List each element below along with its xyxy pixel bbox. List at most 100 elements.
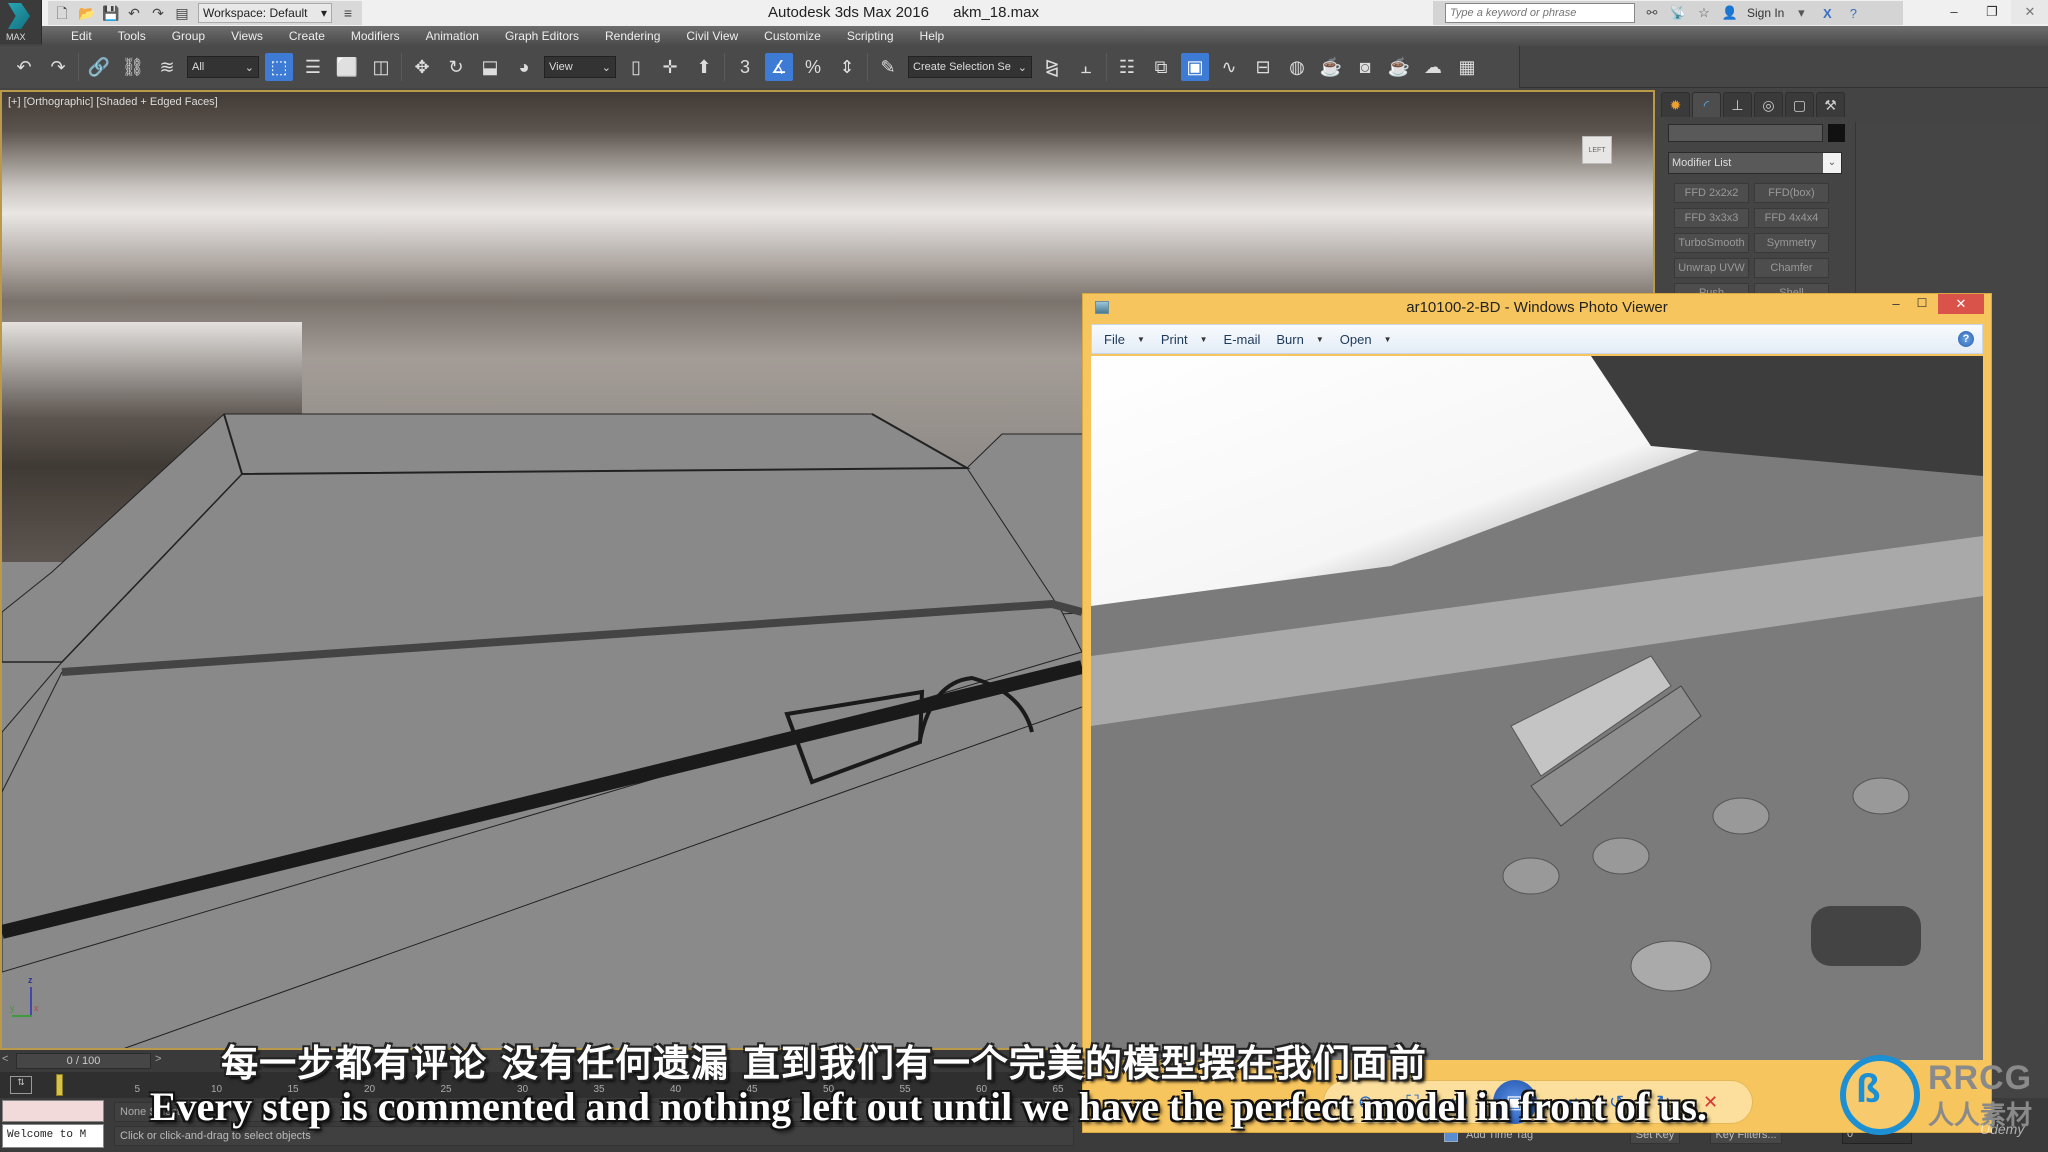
minimize-button[interactable]: – [1935, 0, 1973, 24]
move-icon[interactable]: ✥ [408, 53, 436, 81]
unlink-icon[interactable]: ⛓ [119, 53, 147, 81]
email-button[interactable]: E-mail [1224, 332, 1269, 347]
object-color-swatch[interactable] [1828, 124, 1845, 142]
project-folder-icon[interactable]: ▤ [174, 5, 190, 21]
snaps-toggle-icon[interactable]: 3 [731, 53, 759, 81]
maximize-button[interactable]: ☐ [1909, 296, 1935, 316]
menu-graph-editors[interactable]: Graph Editors [492, 29, 592, 43]
utilities-tab[interactable]: ⚒ [1816, 92, 1845, 117]
angle-snap-icon[interactable]: ∡ [765, 53, 793, 81]
star-icon[interactable]: ☆ [1695, 5, 1713, 21]
customize-qat-icon[interactable]: ≡ [340, 5, 356, 21]
new-file-icon[interactable]: 🗋 [54, 5, 70, 21]
toggle-ribbon-icon[interactable]: ▣ [1181, 53, 1209, 81]
menu-animation[interactable]: Animation [413, 29, 492, 43]
selection-filter-dropdown[interactable]: All ⌄ [187, 56, 259, 78]
modifier-button[interactable]: FFD 2x2x2 [1674, 183, 1749, 203]
link-icon[interactable]: 🔗 [85, 53, 113, 81]
sign-in-button[interactable]: Sign In [1747, 6, 1784, 20]
viewport-label[interactable]: [+] [Orthographic] [Shaded + Edged Faces… [8, 96, 218, 108]
modifier-button[interactable]: TurboSmooth [1674, 233, 1749, 253]
select-by-name-icon[interactable]: ☰ [299, 53, 327, 81]
create-tab[interactable]: ✹ [1661, 92, 1690, 117]
open-file-icon[interactable]: 📂 [78, 5, 95, 21]
modify-tab[interactable]: ◜ [1692, 92, 1721, 117]
save-icon[interactable]: 💾 [102, 5, 119, 21]
rectangular-selection-icon[interactable]: ⬜ [333, 53, 361, 81]
exchange-icon[interactable]: X [1818, 6, 1836, 21]
reference-photo-akm-receiver[interactable] [1091, 356, 1983, 1060]
layer-explorer-icon[interactable]: ⧉ [1147, 53, 1175, 81]
restore-button[interactable]: ❐ [1973, 0, 2011, 24]
help-icon[interactable]: ? [1958, 331, 1974, 347]
menu-help[interactable]: Help [907, 29, 958, 43]
spinner-snap-icon[interactable]: ⇕ [833, 53, 861, 81]
render-in-cloud-icon[interactable]: ☁ [1419, 53, 1447, 81]
render-production-icon[interactable]: ☕ [1385, 53, 1413, 81]
photo-viewer-titlebar[interactable]: ar10100-2-BD - Windows Photo Viewer – ☐ … [1083, 294, 1991, 322]
modifier-button[interactable]: FFD(box) [1754, 183, 1829, 203]
display-tab[interactable]: ▢ [1785, 92, 1814, 117]
close-button[interactable]: ✕ [2011, 0, 2048, 24]
window-crossing-icon[interactable]: ◫ [367, 53, 395, 81]
percent-snap-icon[interactable]: % [799, 53, 827, 81]
rendered-frame-window-icon[interactable]: ◙ [1351, 53, 1379, 81]
menu-customize[interactable]: Customize [751, 29, 834, 43]
menu-civil-view[interactable]: Civil View [673, 29, 751, 43]
menu-group[interactable]: Group [159, 29, 218, 43]
select-object-icon[interactable]: ⬚ [265, 53, 293, 81]
minimize-button[interactable]: – [1883, 296, 1909, 316]
redo-icon[interactable]: ↷ [150, 5, 166, 21]
select-manipulate-icon[interactable]: ✛ [656, 53, 684, 81]
scene-explorer-icon[interactable]: ☷ [1113, 53, 1141, 81]
bind-space-warp-icon[interactable]: ≋ [153, 53, 181, 81]
object-name-field[interactable] [1668, 124, 1823, 142]
menu-scripting[interactable]: Scripting [834, 29, 907, 43]
print-menu[interactable]: Print ▼ [1161, 332, 1216, 347]
modifier-button[interactable]: Chamfer [1754, 258, 1829, 278]
undo-icon[interactable]: ↶ [126, 5, 142, 21]
menu-views[interactable]: Views [218, 29, 276, 43]
redo-icon[interactable]: ↷ [44, 53, 72, 81]
undo-icon[interactable]: ↶ [10, 53, 38, 81]
workspace-dropdown[interactable]: Workspace: Default ▾ [198, 3, 332, 23]
application-button[interactable]: MAX [0, 0, 42, 44]
menu-edit[interactable]: Edit [58, 29, 105, 43]
close-button[interactable]: ✕ [1938, 294, 1984, 314]
place-icon[interactable]: ◕ [510, 53, 538, 81]
file-menu[interactable]: File ▼ [1104, 332, 1153, 347]
modifier-button[interactable]: FFD 4x4x4 [1754, 208, 1829, 228]
search-input[interactable] [1445, 3, 1635, 23]
menu-rendering[interactable]: Rendering [592, 29, 673, 43]
rotate-icon[interactable]: ↻ [442, 53, 470, 81]
schematic-view-icon[interactable]: ⊟ [1249, 53, 1277, 81]
viewcube[interactable]: LEFT [1582, 136, 1612, 164]
menu-create[interactable]: Create [276, 29, 338, 43]
photo-viewer-window[interactable]: ar10100-2-BD - Windows Photo Viewer – ☐ … [1082, 293, 1992, 1133]
keyboard-shortcut-override-icon[interactable]: ⬆ [690, 53, 718, 81]
help-icon[interactable]: ? [1844, 6, 1862, 21]
curve-editor-icon[interactable]: ∿ [1215, 53, 1243, 81]
pivot-center-icon[interactable]: ▯ [622, 53, 650, 81]
open-menu[interactable]: Open ▼ [1340, 332, 1400, 347]
material-editor-icon[interactable]: ◍ [1283, 53, 1311, 81]
menu-tools[interactable]: Tools [105, 29, 159, 43]
menu-modifiers[interactable]: Modifiers [338, 29, 413, 43]
a360-gallery-icon[interactable]: ▦ [1453, 53, 1481, 81]
modifier-list-dropdown[interactable]: Modifier List ⌄ [1668, 152, 1842, 174]
scale-icon[interactable]: ⬓ [476, 53, 504, 81]
subscription-icon[interactable]: 📡 [1669, 5, 1687, 21]
burn-menu[interactable]: Burn ▼ [1276, 332, 1331, 347]
chevron-down-icon[interactable]: ▾ [1792, 5, 1810, 21]
mirror-icon[interactable]: ⧎ [1038, 53, 1066, 81]
modifier-button[interactable]: Unwrap UVW [1674, 258, 1749, 278]
modifier-button[interactable]: FFD 3x3x3 [1674, 208, 1749, 228]
render-setup-icon[interactable]: ☕ [1317, 53, 1345, 81]
motion-tab[interactable]: ◎ [1754, 92, 1783, 117]
binoculars-icon[interactable]: ⚯ [1643, 5, 1661, 21]
named-selection-dropdown[interactable]: Create Selection Se ⌄ [908, 56, 1032, 78]
hierarchy-tab[interactable]: ⊥ [1723, 92, 1752, 117]
align-icon[interactable]: ⫠ [1072, 53, 1100, 81]
modifier-button[interactable]: Symmetry [1754, 233, 1829, 253]
reference-coordinate-dropdown[interactable]: View ⌄ [544, 56, 616, 78]
